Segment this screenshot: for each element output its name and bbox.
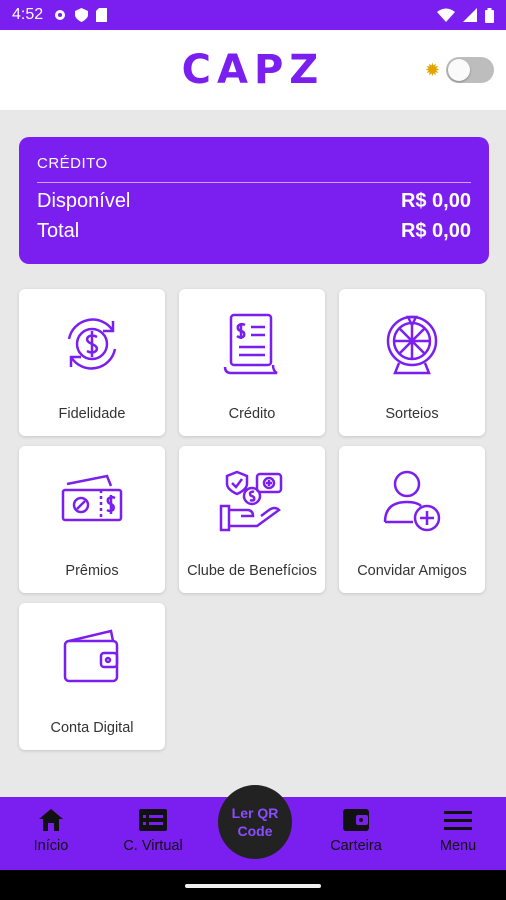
credit-row-total: Total R$ 0,00 (37, 220, 471, 243)
tile-sorteios[interactable]: Sorteios (339, 289, 485, 436)
settings-icon (55, 10, 66, 20)
wallet-icon (63, 629, 119, 683)
qr-code-button[interactable]: Ler QR Code (218, 785, 292, 859)
credit-total-label: Total (37, 220, 80, 242)
card-icon (139, 809, 167, 831)
home-indicator[interactable] (185, 884, 321, 888)
wifi-icon (437, 8, 455, 22)
tile-label: Fidelidade (58, 406, 126, 422)
signal-icon (463, 8, 477, 22)
credit-available-label: Disponível (37, 190, 131, 212)
tile-convidar-amigos[interactable]: Convidar Amigos (339, 446, 485, 593)
battery-icon (485, 7, 494, 23)
home-icon (39, 809, 63, 831)
sd-card-icon (96, 8, 108, 22)
receipt-icon (223, 313, 278, 375)
status-time: 4:52 (12, 6, 44, 23)
tile-label: Conta Digital (50, 720, 134, 736)
credit-card: CRÉDITO Disponível R$ 0,00 Total R$ 0,00 (19, 137, 489, 264)
tile-credito[interactable]: Crédito (179, 289, 325, 436)
tile-label: Prêmios (65, 563, 119, 579)
credit-available-amount: R$ 0,00 (400, 190, 471, 212)
credit-row-available: Disponível R$ 0,00 (37, 190, 471, 213)
tile-conta-digital[interactable]: Conta Digital (19, 603, 165, 750)
nav-label: Carteira (330, 838, 382, 854)
sun-icon: ✹ (424, 59, 440, 80)
tile-label: Convidar Amigos (357, 563, 467, 579)
prize-wheel-icon (386, 315, 438, 375)
tile-label: Crédito (228, 406, 276, 422)
nav-label: C. Virtual (123, 838, 183, 854)
app-logo: CAPZ (181, 47, 325, 93)
tile-label: Sorteios (385, 406, 439, 422)
theme-switch-group: ✹ (425, 57, 494, 83)
nav-label: Início (33, 838, 69, 854)
theme-toggle[interactable] (446, 57, 494, 83)
wallet-icon (343, 809, 369, 831)
tickets-icon (61, 474, 123, 522)
nav-carteira[interactable]: Carteira (316, 807, 396, 854)
add-user-icon (383, 470, 441, 532)
nav-menu[interactable]: Menu (418, 807, 498, 854)
tile-fidelidade[interactable]: Fidelidade (19, 289, 165, 436)
shield-icon (75, 8, 89, 22)
app-header: CAPZ ✹ (0, 30, 506, 110)
status-bar: 4:52 (0, 0, 506, 30)
system-nav-bar (0, 870, 506, 900)
tile-premios[interactable]: Prêmios (19, 446, 165, 593)
tile-clube-beneficios[interactable]: Clube de Benefícios (179, 446, 325, 593)
benefits-hand-icon (219, 470, 283, 532)
tile-label: Clube de Benefícios (187, 563, 317, 579)
credit-total-amount: R$ 0,00 (400, 220, 471, 242)
nav-inicio[interactable]: Início (11, 807, 91, 854)
nav-c-virtual[interactable]: C. Virtual (113, 807, 193, 854)
nav-label: Menu (439, 838, 477, 854)
menu-icon (444, 811, 472, 830)
credit-title: CRÉDITO (37, 155, 471, 183)
dollar-refresh-icon (67, 318, 117, 370)
